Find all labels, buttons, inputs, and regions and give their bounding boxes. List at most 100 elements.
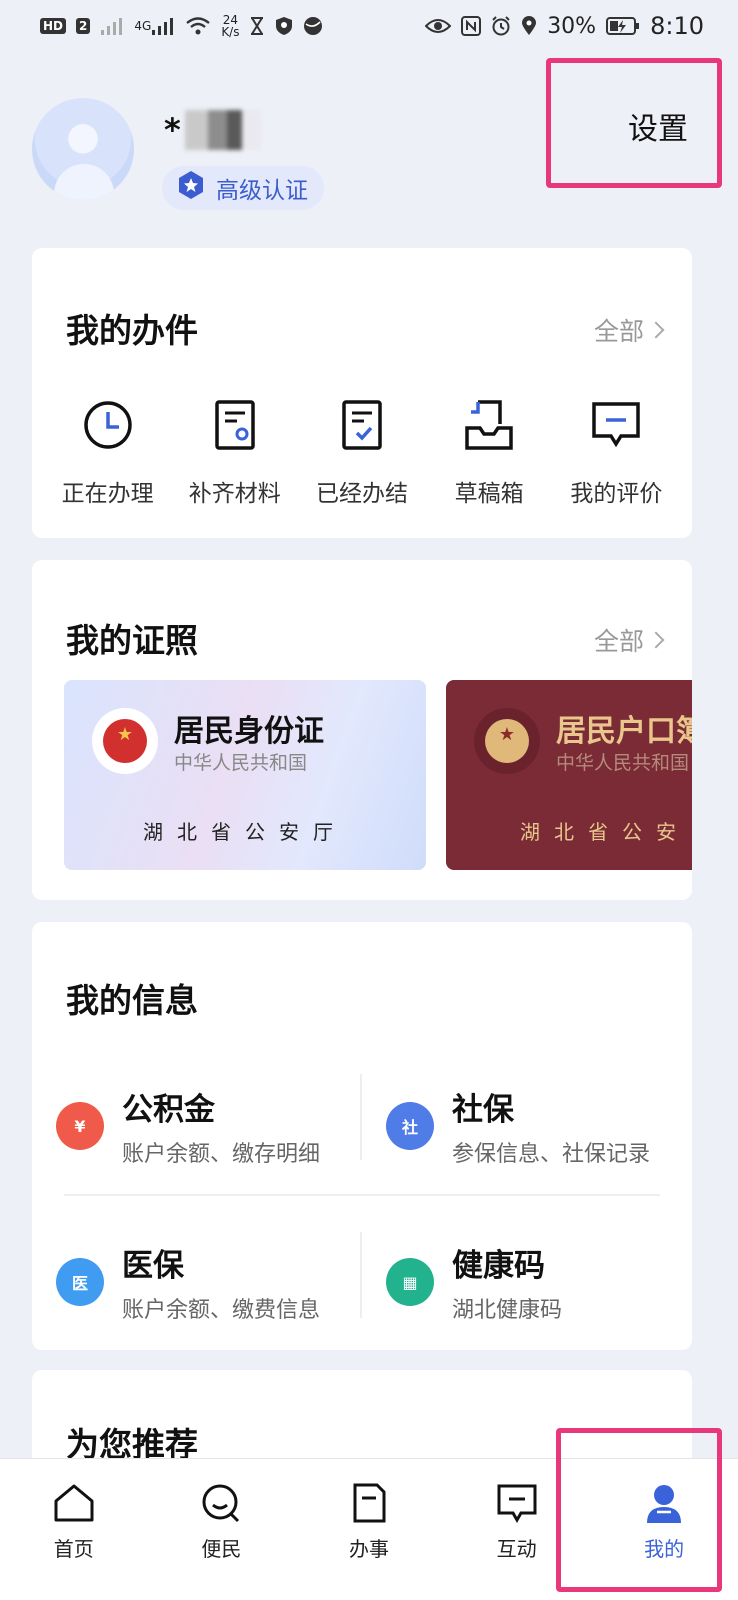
- divider: [360, 1232, 362, 1318]
- message-icon: [497, 1484, 537, 1524]
- status-bar: HD 2 4G 24 K/s 30% 8:10: [0, 0, 738, 52]
- chevron-right-icon: [647, 321, 665, 339]
- icon-glyph: ▦: [402, 1272, 418, 1292]
- shield-social-icon: 社: [386, 1102, 434, 1150]
- mine-tab-highlight: [556, 1428, 722, 1592]
- info-subtitle: 湖北健康码: [452, 1298, 563, 1323]
- globe-icon: [303, 16, 323, 36]
- document-check-icon: [342, 400, 382, 450]
- info-title: 医保: [122, 1248, 184, 1284]
- info-medical-insurance[interactable]: 医 医保 账户余额、缴费信息: [56, 1240, 356, 1340]
- task-shortcuts: 正在办理 补齐材料 已经办结 草稿箱 我的评价: [32, 398, 692, 508]
- my-licenses-all-label: 全部: [593, 627, 644, 656]
- house-coin-icon: ¥: [56, 1102, 104, 1150]
- avatar[interactable]: [32, 98, 134, 200]
- id-card-license[interactable]: 居民身份证 中华人民共和国 湖北省公安厅: [64, 680, 426, 870]
- my-tasks-card: 我的办件 全部 正在办理 补齐材料 已经办结 草稿箱 我的评价: [32, 248, 692, 538]
- info-housing-fund[interactable]: ¥ 公积金 账户余额、缴存明细: [56, 1084, 356, 1184]
- license-country: 中华人民共和国: [174, 752, 308, 774]
- nav-label: 首页: [53, 1537, 94, 1561]
- nav-services[interactable]: 办事: [295, 1459, 443, 1600]
- nfc-icon: [461, 16, 482, 36]
- task-in-progress[interactable]: 正在办理: [49, 398, 167, 508]
- nav-convenience[interactable]: 便民: [148, 1459, 296, 1600]
- nav-label: 便民: [201, 1537, 242, 1561]
- clock-icon: [83, 401, 132, 449]
- my-info-card: 我的信息 ¥ 公积金 账户余额、缴存明细 社 社保 参保信息、社保记录 医 医保…: [32, 922, 692, 1350]
- my-licenses-all-link[interactable]: 全部: [593, 622, 665, 658]
- info-title: 公积金: [122, 1092, 215, 1128]
- info-title: 健康码: [452, 1248, 545, 1284]
- info-subtitle: 账户余额、缴存明细: [122, 1142, 321, 1167]
- national-emblem-icon: [92, 708, 158, 774]
- document-icon: [353, 1483, 386, 1523]
- search-chat-icon: [202, 1484, 240, 1523]
- document-stamp-icon: [215, 400, 255, 450]
- license-issuer: 湖北省公安厅: [143, 820, 347, 844]
- national-emblem-icon: [474, 708, 540, 774]
- comment-icon: [592, 402, 641, 448]
- signal-4g-icon: 4G: [134, 16, 175, 36]
- hourglass-icon: [249, 16, 265, 36]
- my-tasks-all-link[interactable]: 全部: [593, 312, 665, 348]
- chevron-right-icon: [647, 631, 665, 649]
- nav-label: 办事: [348, 1537, 389, 1561]
- task-reviews[interactable]: 我的评价: [557, 398, 675, 508]
- task-completed[interactable]: 已经办结: [303, 398, 421, 508]
- net-type: 4G: [134, 19, 152, 33]
- icon-glyph: 医: [71, 1274, 88, 1293]
- qr-code-icon: ▦: [386, 1258, 434, 1306]
- my-tasks-all-label: 全部: [593, 317, 644, 346]
- net-speed-unit: K/s: [221, 25, 240, 39]
- hd-badge: HD: [40, 18, 67, 34]
- task-label: 我的评价: [570, 481, 663, 507]
- my-licenses-card: 我的证照 全部 居民身份证 中华人民共和国 湖北省公安厅 居民户口簿 中华人民共…: [32, 560, 692, 900]
- battery-percent: 30%: [547, 13, 597, 39]
- battery-charging-icon: [606, 16, 640, 36]
- inbox-tray-icon: [465, 400, 513, 450]
- divider: [64, 1194, 660, 1196]
- my-licenses-title: 我的证照: [66, 621, 198, 660]
- verified-shield-icon: [176, 170, 206, 206]
- shield-icon: [275, 16, 293, 36]
- household-register-license[interactable]: 居民户口簿 中华人民共和国 湖北省公安: [446, 680, 692, 870]
- signal-icon: [100, 16, 124, 36]
- my-info-title: 我的信息: [66, 981, 198, 1020]
- nav-home[interactable]: 首页: [0, 1459, 148, 1600]
- task-label: 草稿箱: [454, 481, 524, 507]
- location-icon: [521, 16, 537, 36]
- settings-highlight: [546, 58, 722, 188]
- username-text: *: [164, 111, 181, 149]
- medical-shield-icon: 医: [56, 1258, 104, 1306]
- info-subtitle: 账户余额、缴费信息: [122, 1298, 321, 1323]
- home-icon: [54, 1484, 94, 1522]
- task-label: 正在办理: [61, 481, 154, 507]
- eye-icon: [425, 17, 452, 35]
- license-issuer: 湖北省公安: [520, 820, 690, 844]
- certification-label: 高级认证: [216, 178, 308, 204]
- sim-badge: 2: [76, 18, 91, 34]
- wifi-icon: [185, 16, 211, 36]
- divider: [360, 1074, 362, 1160]
- certification-badge[interactable]: 高级认证: [162, 166, 324, 210]
- info-health-code[interactable]: ▦ 健康码 湖北健康码: [386, 1240, 686, 1340]
- license-name: 居民身份证: [174, 714, 324, 749]
- status-left: HD 2 4G 24 K/s: [40, 14, 323, 38]
- info-social-insurance[interactable]: 社 社保 参保信息、社保记录: [386, 1084, 686, 1184]
- profile-page: HD 2 4G 24 K/s 30% 8:10 * 高级认证 设置 我的办件 全…: [0, 0, 738, 1600]
- net-speed: 24 K/s: [221, 14, 239, 38]
- task-drafts[interactable]: 草稿箱: [430, 398, 548, 508]
- info-subtitle: 参保信息、社保记录: [452, 1142, 651, 1167]
- icon-glyph: ¥: [74, 1116, 86, 1136]
- task-label: 补齐材料: [188, 481, 281, 507]
- license-country: 中华人民共和国: [556, 752, 690, 774]
- alarm-icon: [491, 16, 511, 36]
- status-right: 30% 8:10: [425, 12, 704, 40]
- task-supplement[interactable]: 补齐材料: [176, 398, 294, 508]
- username: *: [164, 108, 264, 152]
- my-tasks-title: 我的办件: [66, 311, 198, 350]
- icon-glyph: 社: [401, 1118, 418, 1137]
- info-title: 社保: [452, 1092, 514, 1128]
- nav-label: 互动: [496, 1537, 537, 1561]
- task-label: 已经办结: [315, 481, 408, 507]
